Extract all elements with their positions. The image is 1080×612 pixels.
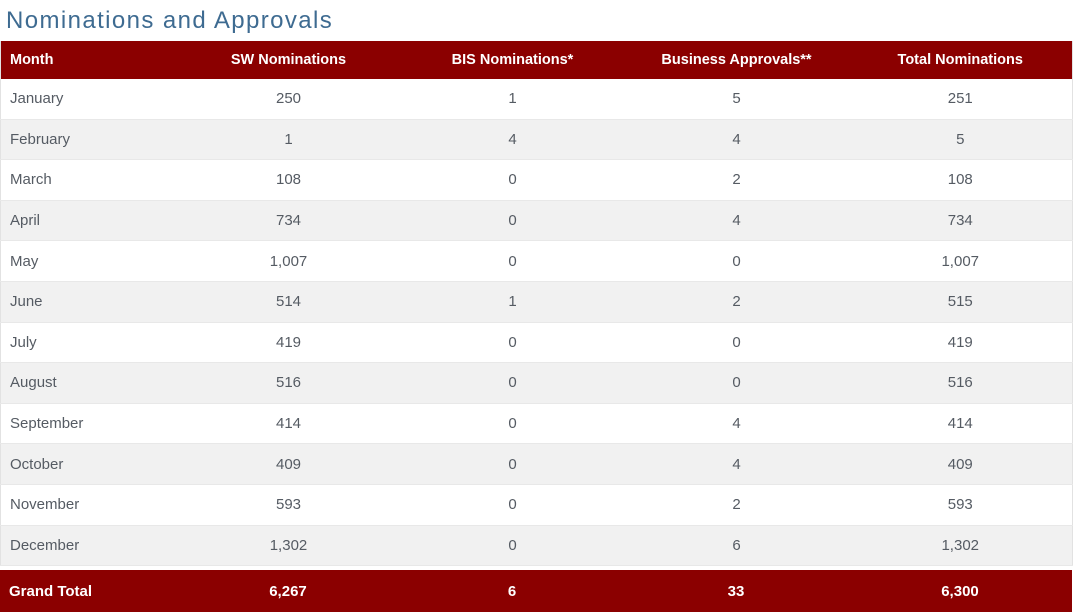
cell-business: 2 — [624, 159, 849, 201]
cell-sw: 1,302 — [176, 525, 401, 567]
column-header-month[interactable]: Month — [0, 41, 177, 79]
cell-total: 414 — [848, 403, 1073, 445]
grand-total-business-approvals: 33 — [727, 582, 745, 600]
cell-sw: 108 — [176, 159, 401, 201]
cell-month: April — [0, 200, 177, 242]
cell-business: 2 — [624, 281, 849, 323]
cell-month: June — [0, 281, 177, 323]
column-header-sw-nominations[interactable]: SW Nominations — [176, 41, 401, 79]
cell-month: December — [0, 525, 177, 567]
cell-bis: 0 — [400, 525, 625, 567]
nominations-approvals-table: Month SW Nominations BIS Nominations* Bu… — [0, 41, 1073, 567]
table-row: January 250 1 5 251 — [0, 79, 1073, 120]
table-row: November 593 0 2 593 — [0, 484, 1073, 526]
cell-bis: 4 — [400, 119, 625, 161]
cell-sw: 516 — [176, 362, 401, 404]
cell-sw: 414 — [176, 403, 401, 445]
page-title: Nominations and Approvals — [6, 7, 334, 34]
grand-total-bis-nominations: 6 — [507, 582, 517, 600]
cell-business: 0 — [624, 362, 849, 404]
cell-month: September — [0, 403, 177, 445]
column-header-bis-nominations[interactable]: BIS Nominations* — [400, 41, 625, 79]
cell-total: 734 — [848, 200, 1073, 242]
cell-bis: 0 — [400, 240, 625, 282]
report-page: Nominations and Approvals Month SW Nomin… — [0, 0, 1080, 612]
grand-total-sw-nominations: 6,267 — [269, 582, 307, 600]
cell-total: 516 — [848, 362, 1073, 404]
table-row: May 1,007 0 0 1,007 — [0, 240, 1073, 282]
cell-business: 4 — [624, 200, 849, 242]
cell-bis: 0 — [400, 443, 625, 485]
cell-sw: 1 — [176, 119, 401, 161]
cell-month: January — [0, 79, 177, 120]
table-row: April 734 0 4 734 — [0, 200, 1073, 242]
cell-business: 2 — [624, 484, 849, 526]
cell-bis: 0 — [400, 362, 625, 404]
cell-bis: 0 — [400, 200, 625, 242]
cell-sw: 514 — [176, 281, 401, 323]
grand-total-total-nominations: 6,300 — [941, 582, 979, 600]
cell-bis: 1 — [400, 79, 625, 120]
table-row: August 516 0 0 516 — [0, 362, 1073, 404]
table-row: December 1,302 0 6 1,302 — [0, 525, 1073, 567]
cell-sw: 1,007 — [176, 240, 401, 282]
cell-total: 108 — [848, 159, 1073, 201]
table-header: Month SW Nominations BIS Nominations* Bu… — [0, 41, 1073, 79]
cell-bis: 0 — [400, 322, 625, 364]
table-header-row: Month SW Nominations BIS Nominations* Bu… — [0, 41, 1073, 79]
table-row: June 514 1 2 515 — [0, 281, 1073, 323]
cell-month: February — [0, 119, 177, 161]
cell-business: 6 — [624, 525, 849, 567]
cell-month: November — [0, 484, 177, 526]
cell-bis: 0 — [400, 484, 625, 526]
table-row: February 1 4 4 5 — [0, 119, 1073, 161]
cell-business: 0 — [624, 322, 849, 364]
cell-total: 251 — [848, 79, 1073, 120]
cell-total: 419 — [848, 322, 1073, 364]
cell-business: 5 — [624, 79, 849, 120]
grand-total-label: Grand Total — [9, 582, 93, 600]
table-row: October 409 0 4 409 — [0, 443, 1073, 485]
cell-business: 0 — [624, 240, 849, 282]
cell-bis: 1 — [400, 281, 625, 323]
table-body: January 250 1 5 251 February 1 4 4 5 March 108 0 2 108… — [0, 79, 1073, 567]
cell-business: 4 — [624, 443, 849, 485]
cell-month: October — [0, 443, 177, 485]
cell-total: 409 — [848, 443, 1073, 485]
table-row: July 419 0 0 419 — [0, 322, 1073, 364]
cell-total: 1,007 — [848, 240, 1073, 282]
cell-total: 5 — [848, 119, 1073, 161]
cell-sw: 734 — [176, 200, 401, 242]
cell-sw: 409 — [176, 443, 401, 485]
table-row: March 108 0 2 108 — [0, 159, 1073, 201]
cell-sw: 593 — [176, 484, 401, 526]
cell-business: 4 — [624, 119, 849, 161]
column-header-total-nominations[interactable]: Total Nominations — [848, 41, 1073, 79]
cell-month: July — [0, 322, 177, 364]
table-row: September 414 0 4 414 — [0, 403, 1073, 445]
cell-month: March — [0, 159, 177, 201]
column-header-business-approvals[interactable]: Business Approvals** — [624, 41, 849, 79]
nominations-table-container: Month SW Nominations BIS Nominations* Bu… — [0, 41, 1073, 612]
cell-bis: 0 — [400, 159, 625, 201]
cell-sw: 419 — [176, 322, 401, 364]
cell-bis: 0 — [400, 403, 625, 445]
cell-sw: 250 — [176, 79, 401, 120]
cell-month: May — [0, 240, 177, 282]
cell-total: 1,302 — [848, 525, 1073, 567]
cell-business: 4 — [624, 403, 849, 445]
cell-total: 593 — [848, 484, 1073, 526]
cell-month: August — [0, 362, 177, 404]
cell-total: 515 — [848, 281, 1073, 323]
